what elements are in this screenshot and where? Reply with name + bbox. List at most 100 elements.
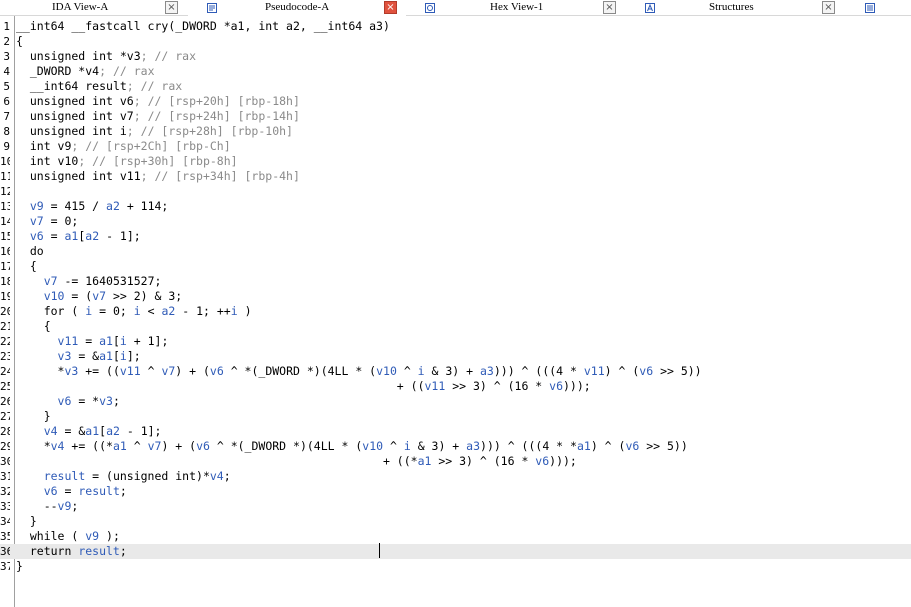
variable-token[interactable]: v11 bbox=[58, 334, 79, 348]
variable-token[interactable]: a2 bbox=[106, 424, 120, 438]
code-line[interactable]: 11 unsigned int v11; // [rsp+34h] [rbp-4… bbox=[0, 169, 911, 184]
close-icon[interactable]: × bbox=[822, 1, 835, 14]
variable-token[interactable]: a2 bbox=[106, 199, 120, 213]
variable-token[interactable]: v4 bbox=[51, 439, 65, 453]
variable-token[interactable]: i bbox=[404, 439, 411, 453]
code-line[interactable]: 17 { bbox=[0, 259, 911, 274]
variable-token[interactable]: v6 bbox=[196, 439, 210, 453]
variable-token[interactable]: v11 bbox=[120, 364, 141, 378]
code-line[interactable]: 21 { bbox=[0, 319, 911, 334]
code-line[interactable]: 18 v7 -= 1640531527; bbox=[0, 274, 911, 289]
variable-token[interactable]: i bbox=[134, 304, 141, 318]
variable-token[interactable]: a3 bbox=[466, 439, 480, 453]
code-line[interactable]: 2{ bbox=[0, 34, 911, 49]
variable-token[interactable]: v4 bbox=[210, 469, 224, 483]
variable-token[interactable]: a1 bbox=[418, 454, 432, 468]
variable-token[interactable]: a1 bbox=[99, 349, 113, 363]
variable-token[interactable]: a2 bbox=[161, 304, 175, 318]
variable-token[interactable]: v7 bbox=[161, 364, 175, 378]
code-line[interactable]: 16 do bbox=[0, 244, 911, 259]
variable-token[interactable]: v3 bbox=[64, 364, 78, 378]
variable-token[interactable]: i bbox=[120, 334, 127, 348]
code-line[interactable]: 5 __int64 result; // rax bbox=[0, 79, 911, 94]
variable-token[interactable]: v11 bbox=[425, 379, 446, 393]
code-line[interactable]: 19 v10 = (v7 >> 2) & 3; bbox=[0, 289, 911, 304]
variable-token[interactable]: v7 bbox=[44, 274, 58, 288]
code-line[interactable]: 26 v6 = *v3; bbox=[0, 394, 911, 409]
code-line[interactable]: 27 } bbox=[0, 409, 911, 424]
variable-token[interactable]: v9 bbox=[58, 499, 72, 513]
code-line[interactable]: 14 v7 = 0; bbox=[0, 214, 911, 229]
tab-enums[interactable] bbox=[856, 0, 911, 16]
code-line[interactable]: 6 unsigned int v6; // [rsp+20h] [rbp-18h… bbox=[0, 94, 911, 109]
variable-token[interactable]: a1 bbox=[577, 439, 591, 453]
code-line[interactable]: 25 + ((v11 >> 3) ^ (16 * v6))); bbox=[0, 379, 911, 394]
code-line[interactable]: 9 int v9; // [rsp+2Ch] [rbp-Ch] bbox=[0, 139, 911, 154]
code-line[interactable]: 34 } bbox=[0, 514, 911, 529]
variable-token[interactable]: v3 bbox=[99, 394, 113, 408]
variable-token[interactable]: a3 bbox=[480, 364, 494, 378]
code-line[interactable]: 23 v3 = &a1[i]; bbox=[0, 349, 911, 364]
variable-token[interactable]: v4 bbox=[44, 424, 58, 438]
code-line[interactable]: 4 _DWORD *v4; // rax bbox=[0, 64, 911, 79]
variable-token[interactable]: a1 bbox=[85, 424, 99, 438]
variable-token[interactable]: i bbox=[120, 349, 127, 363]
tab-ida-view[interactable]: IDA View-A × bbox=[0, 0, 188, 16]
variable-token[interactable]: v6 bbox=[639, 364, 653, 378]
code-line[interactable]: 22 v11 = a1[i + 1]; bbox=[0, 334, 911, 349]
variable-token[interactable]: v9 bbox=[85, 529, 99, 543]
code-line[interactable]: 33 --v9; bbox=[0, 499, 911, 514]
variable-token[interactable]: v6 bbox=[210, 364, 224, 378]
comment-token: ; // [rsp+2Ch] [rbp-Ch] bbox=[71, 139, 231, 153]
close-icon[interactable]: × bbox=[384, 1, 397, 14]
variable-token[interactable]: v10 bbox=[376, 364, 397, 378]
variable-token[interactable]: a1 bbox=[113, 439, 127, 453]
code-line[interactable]: 32 v6 = result; bbox=[0, 484, 911, 499]
code-line[interactable]: 37} bbox=[0, 559, 911, 574]
variable-token[interactable]: v6 bbox=[535, 454, 549, 468]
code-line[interactable]: 12 bbox=[0, 184, 911, 199]
variable-token[interactable]: v9 bbox=[30, 199, 44, 213]
variable-token[interactable]: v6 bbox=[58, 394, 72, 408]
variable-token[interactable]: v7 bbox=[30, 214, 44, 228]
code-line[interactable]: 3 unsigned int *v3; // rax bbox=[0, 49, 911, 64]
close-icon[interactable]: × bbox=[603, 1, 616, 14]
variable-token[interactable]: v11 bbox=[584, 364, 605, 378]
variable-token[interactable]: v7 bbox=[148, 439, 162, 453]
tab-structures[interactable]: Structures × bbox=[630, 0, 856, 16]
variable-token[interactable]: v7 bbox=[92, 289, 106, 303]
code-line[interactable]: 1 __int64 __fastcall cry(_DWORD *a1, int … bbox=[0, 19, 911, 34]
tab-pseudocode[interactable]: Pseudocode-A × bbox=[188, 0, 406, 16]
close-icon[interactable]: × bbox=[165, 1, 178, 14]
variable-token[interactable]: result bbox=[78, 484, 120, 498]
code-line[interactable]: 35 while ( v9 ); bbox=[0, 529, 911, 544]
code-line[interactable]: 30 + ((*a1 >> 3) ^ (16 * v6))); bbox=[0, 454, 911, 469]
code-line[interactable]: 36 return result; bbox=[0, 544, 911, 559]
code-line[interactable]: 29 *v4 += ((*a1 ^ v7) + (v6 ^ *(_DWORD *… bbox=[0, 439, 911, 454]
variable-token[interactable]: result bbox=[44, 469, 86, 483]
code-line[interactable]: 31 result = (unsigned int)*v4; bbox=[0, 469, 911, 484]
variable-token[interactable]: v10 bbox=[44, 289, 65, 303]
variable-token[interactable]: v6 bbox=[30, 229, 44, 243]
code-line[interactable]: 10 int v10; // [rsp+30h] [rbp-8h] bbox=[0, 154, 911, 169]
variable-token[interactable]: i bbox=[418, 364, 425, 378]
variable-token[interactable]: v6 bbox=[625, 439, 639, 453]
tab-hex-view[interactable]: Hex View-1 × bbox=[406, 0, 630, 16]
variable-token[interactable]: i bbox=[231, 304, 238, 318]
code-line[interactable]: 8 unsigned int i; // [rsp+28h] [rbp-10h] bbox=[0, 124, 911, 139]
variable-token[interactable]: a1 bbox=[99, 334, 113, 348]
variable-token[interactable]: v3 bbox=[58, 349, 72, 363]
variable-token[interactable]: v10 bbox=[362, 439, 383, 453]
code-line[interactable]: 28 v4 = &a1[a2 - 1]; bbox=[0, 424, 911, 439]
code-line[interactable]: 15 v6 = a1[a2 - 1]; bbox=[0, 229, 911, 244]
variable-token[interactable]: v6 bbox=[44, 484, 58, 498]
variable-token[interactable]: v6 bbox=[549, 379, 563, 393]
pseudocode-editor[interactable]: 1 __int64 __fastcall cry(_DWORD *a1, int … bbox=[0, 16, 911, 607]
variable-token[interactable]: a1 bbox=[65, 229, 79, 243]
code-line[interactable]: 7 unsigned int v7; // [rsp+24h] [rbp-14h… bbox=[0, 109, 911, 124]
code-line[interactable]: 13 v9 = 415 / a2 + 114; bbox=[0, 199, 911, 214]
code-line[interactable]: 24 *v3 += ((v11 ^ v7) + (v6 ^ *(_DWORD *… bbox=[0, 364, 911, 379]
variable-token[interactable]: a2 bbox=[85, 229, 99, 243]
variable-token[interactable]: result bbox=[78, 544, 120, 558]
code-line[interactable]: 20 for ( i = 0; i < a2 - 1; ++i ) bbox=[0, 304, 911, 319]
